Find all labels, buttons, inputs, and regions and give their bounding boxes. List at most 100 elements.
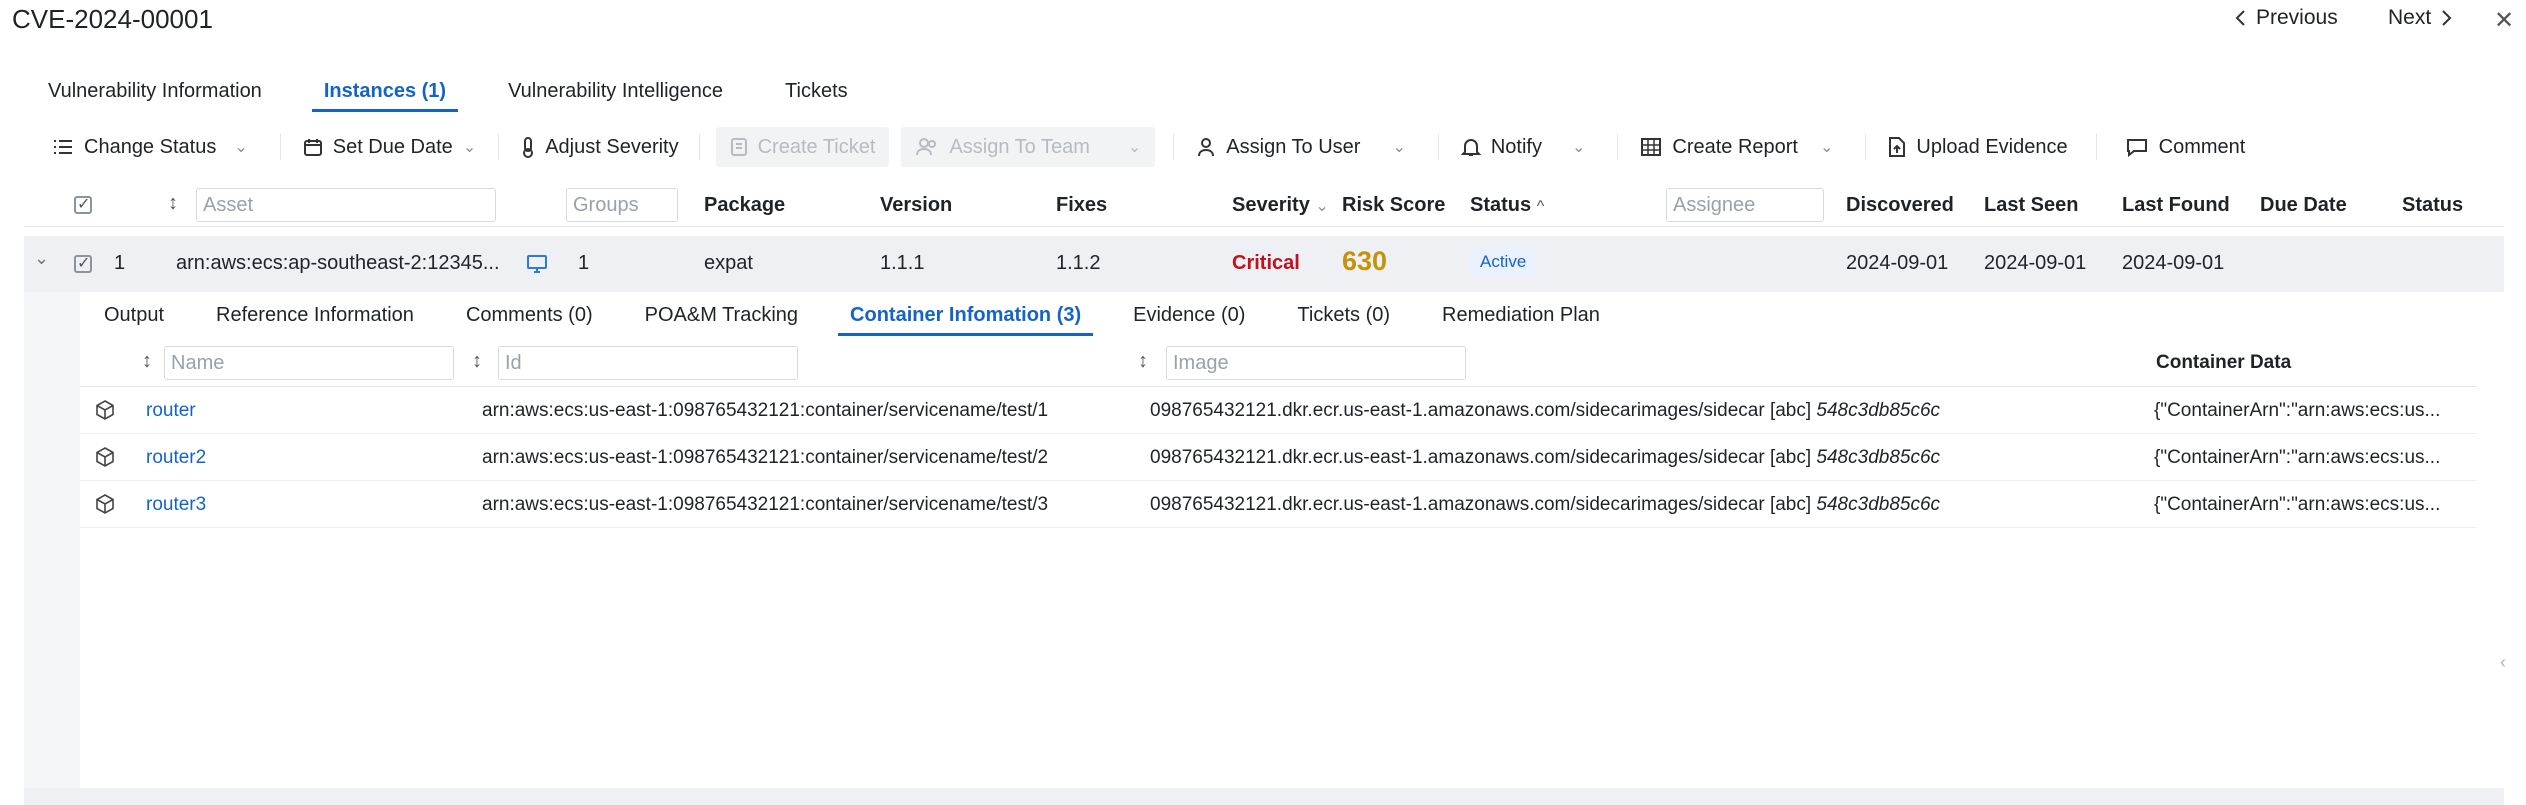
resize-icon[interactable]: ↕	[472, 350, 482, 373]
container-data[interactable]: {"ContainerArn":"arn:aws:ecs:us...	[2154, 494, 2440, 516]
container-image: 098765432121.dkr.ecr.us-east-1.amazonaws…	[1150, 447, 1940, 469]
row-checkbox[interactable]	[74, 253, 92, 273]
column-package[interactable]: Package	[704, 194, 785, 217]
select-all-checkbox[interactable]	[74, 194, 92, 214]
comment-button[interactable]: Comment	[2121, 127, 2250, 167]
thermometer-icon	[521, 136, 535, 158]
column-last-seen[interactable]: Last Seen	[1984, 194, 2078, 217]
next-button[interactable]: Next	[2388, 6, 2453, 30]
asset-filter-input[interactable]	[196, 188, 496, 222]
column-status[interactable]: Status ^	[1470, 194, 1544, 217]
container-image: 098765432121.dkr.ecr.us-east-1.amazonaws…	[1150, 400, 1940, 422]
previous-label: Previous	[2256, 6, 2338, 29]
container-data[interactable]: {"ContainerArn":"arn:aws:ecs:us...	[2154, 447, 2440, 469]
row-index: 1	[114, 252, 126, 274]
comment-icon	[2125, 137, 2149, 157]
container-name-link[interactable]: router3	[146, 494, 206, 516]
chevron-down-icon[interactable]: ⌄	[1364, 137, 1419, 157]
container-data[interactable]: {"ContainerArn":"arn:aws:ecs:us...	[2154, 400, 2440, 422]
assignee-filter-input[interactable]	[1666, 188, 1824, 222]
team-icon	[915, 137, 939, 157]
column-status-2[interactable]: Status	[2402, 194, 2463, 217]
chevron-down-icon: ⌄	[1315, 198, 1329, 215]
id-filter-input[interactable]	[498, 346, 798, 380]
chevron-down-icon[interactable]: ⌄	[1546, 137, 1599, 157]
column-due-date[interactable]: Due Date	[2260, 194, 2347, 217]
table-row[interactable]: ⌄ 1 arn:aws:ecs:ap-southeast-2:12345... …	[24, 236, 2504, 292]
divider	[1865, 134, 1867, 160]
previous-button[interactable]: Previous	[2234, 6, 2338, 30]
chevron-down-icon[interactable]: ⌄	[34, 248, 49, 269]
set-due-date-button[interactable]: Set Due Date ⌄	[299, 127, 480, 167]
table-row[interactable]: router3 arn:aws:ecs:us-east-1:0987654321…	[80, 481, 2476, 528]
table-row[interactable]: router2 arn:aws:ecs:us-east-1:0987654321…	[80, 434, 2476, 481]
subtab-poam-tracking[interactable]: POA&M Tracking	[645, 304, 798, 336]
container-name-link[interactable]: router	[146, 400, 196, 422]
container-image-path: 098765432121.dkr.ecr.us-east-1.amazonaws…	[1150, 447, 1812, 468]
chevron-down-icon[interactable]: ⌄	[220, 137, 261, 157]
upload-evidence-button[interactable]: Upload Evidence	[1884, 127, 2071, 167]
next-label: Next	[2388, 6, 2432, 29]
column-version[interactable]: Version	[880, 194, 952, 217]
create-ticket-label: Create Ticket	[757, 135, 876, 158]
subtab-reference-information[interactable]: Reference Information	[216, 304, 414, 336]
container-image-digest: 548c3db85c6c	[1816, 447, 1941, 468]
comment-label: Comment	[2158, 135, 2246, 158]
subtab-evidence[interactable]: Evidence (0)	[1133, 304, 1245, 336]
create-report-button[interactable]: Create Report	[1636, 127, 1802, 167]
notify-button[interactable]: Notify	[1457, 127, 1546, 167]
sort-ascending-icon: ^	[1536, 198, 1545, 215]
resize-icon[interactable]: ↕	[168, 192, 178, 215]
row-groups: 1	[578, 252, 590, 274]
close-icon[interactable]: ✕	[2494, 6, 2514, 35]
container-name-link[interactable]: router2	[146, 447, 206, 469]
column-risk-score[interactable]: Risk Score	[1342, 194, 1445, 217]
subtab-output[interactable]: Output	[104, 304, 164, 336]
subtab-remediation-plan[interactable]: Remediation Plan	[1442, 304, 1600, 336]
column-last-found[interactable]: Last Found	[2122, 194, 2230, 217]
image-filter-input[interactable]	[1166, 346, 1466, 380]
subtab-tickets[interactable]: Tickets (0)	[1297, 304, 1390, 336]
container-image-digest: 548c3db85c6c	[1816, 400, 1941, 421]
resize-icon[interactable]: ↕	[142, 350, 152, 373]
container-image-digest: 548c3db85c6c	[1816, 494, 1941, 515]
groups-filter-input[interactable]	[566, 188, 678, 222]
monitor-icon	[526, 254, 548, 274]
tab-vulnerability-intelligence[interactable]: Vulnerability Intelligence	[508, 80, 723, 112]
container-image: 098765432121.dkr.ecr.us-east-1.amazonaws…	[1150, 494, 1940, 516]
column-discovered[interactable]: Discovered	[1846, 194, 1954, 217]
calendar-icon	[303, 137, 323, 157]
change-status-label: Change Status	[84, 135, 217, 158]
detail-tabs: Output Reference Information Comments (0…	[104, 304, 1652, 336]
subtab-comments[interactable]: Comments (0)	[466, 304, 593, 336]
tab-tickets[interactable]: Tickets	[785, 80, 848, 112]
column-severity-label: Severity	[1232, 194, 1310, 216]
row-fixes: 1.1.2	[1056, 252, 1101, 274]
collapse-panel-icon[interactable]: ‹	[2500, 652, 2506, 673]
upload-file-icon	[1888, 136, 1906, 158]
table-row[interactable]: router arn:aws:ecs:us-east-1:09876543212…	[80, 387, 2476, 434]
divider	[1173, 134, 1175, 160]
column-container-data[interactable]: Container Data	[2156, 352, 2291, 374]
row-risk-score: 630	[1342, 246, 1388, 276]
subtab-container-information[interactable]: Container Infomation (3)	[838, 304, 1094, 336]
notify-label: Notify	[1490, 135, 1542, 158]
adjust-severity-button[interactable]: Adjust Severity	[517, 127, 682, 167]
change-status-button[interactable]: Change Status	[48, 127, 220, 167]
column-severity[interactable]: Severity ⌄	[1232, 194, 1329, 217]
create-ticket-button[interactable]: Create Ticket	[715, 127, 890, 167]
resize-icon[interactable]: ↕	[1138, 350, 1148, 373]
column-fixes[interactable]: Fixes	[1056, 194, 1107, 217]
row-asset[interactable]: arn:aws:ecs:ap-southeast-2:12345...	[176, 252, 500, 275]
divider	[279, 134, 281, 160]
tab-instances[interactable]: Instances (1)	[311, 80, 459, 112]
tab-vulnerability-information[interactable]: Vulnerability Information	[48, 80, 262, 112]
container-image-path: 098765432121.dkr.ecr.us-east-1.amazonaws…	[1150, 494, 1812, 515]
adjust-severity-label: Adjust Severity	[545, 135, 679, 158]
row-severity: Critical	[1232, 252, 1300, 274]
assign-to-user-button[interactable]: Assign To User	[1192, 127, 1364, 167]
assign-to-user-label: Assign To User	[1226, 135, 1361, 158]
chevron-down-icon[interactable]: ⌄	[1802, 137, 1847, 157]
name-filter-input[interactable]	[164, 346, 454, 380]
assign-to-team-button[interactable]: Assign To Team ⌄	[901, 127, 1156, 167]
